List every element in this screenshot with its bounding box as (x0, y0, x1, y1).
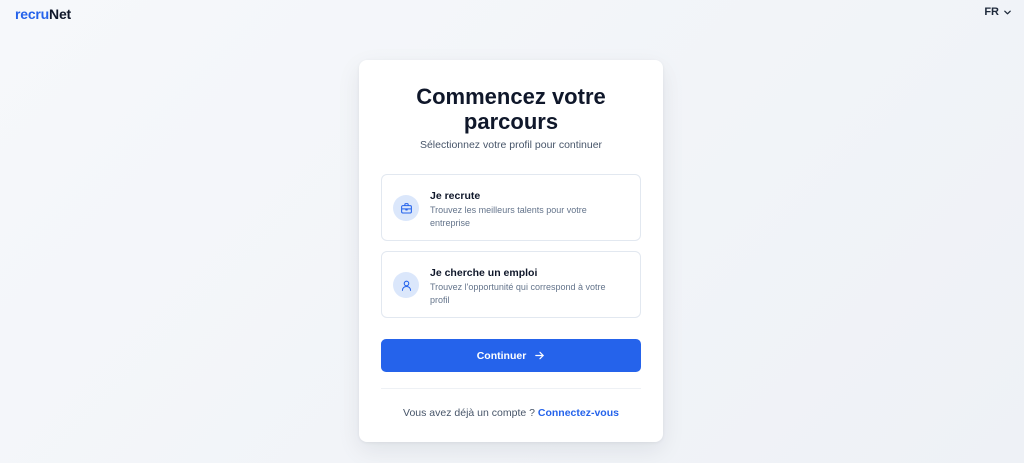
page-subtitle: Sélectionnez votre profil pour continuer (419, 139, 603, 151)
page-title: Commencez votre parcours (416, 84, 606, 134)
language-selector[interactable]: FR (984, 6, 1012, 18)
login-prompt: Vous avez déjà un compte ? Connectez-vou… (359, 407, 663, 419)
logo-part-net: Net (49, 6, 71, 22)
profile-selection-card: Commencez votre parcours Sélectionnez vo… (359, 60, 663, 442)
option-job-seeker[interactable]: Je cherche un emploi Trouvez l'opportuni… (381, 251, 641, 318)
option-title: Je recrute (430, 190, 481, 202)
language-label: FR (984, 6, 999, 18)
logo[interactable]: recruNet (15, 6, 71, 22)
logo-part-recru: recru (15, 6, 50, 22)
chevron-down-icon (1004, 10, 1011, 14)
option-title: Je cherche un emploi (430, 267, 538, 279)
login-prompt-text: Vous avez déjà un compte ? (403, 407, 535, 419)
option-recruiter[interactable]: Je recrute Trouvez les meilleurs talents… (381, 174, 641, 241)
user-icon (393, 272, 419, 298)
option-description: Trouvez l'opportunité qui correspond à v… (430, 282, 606, 305)
login-link[interactable]: Connectez-vous (538, 407, 619, 419)
divider (381, 388, 641, 389)
arrow-right-icon (535, 351, 545, 360)
continue-label: Continuer (476, 349, 527, 362)
briefcase-icon (393, 195, 419, 221)
option-description: Trouvez les meilleurs talents pour votre… (430, 205, 587, 228)
continue-button[interactable]: Continuer (381, 339, 641, 372)
top-bar: recruNet FR (0, 0, 1024, 28)
